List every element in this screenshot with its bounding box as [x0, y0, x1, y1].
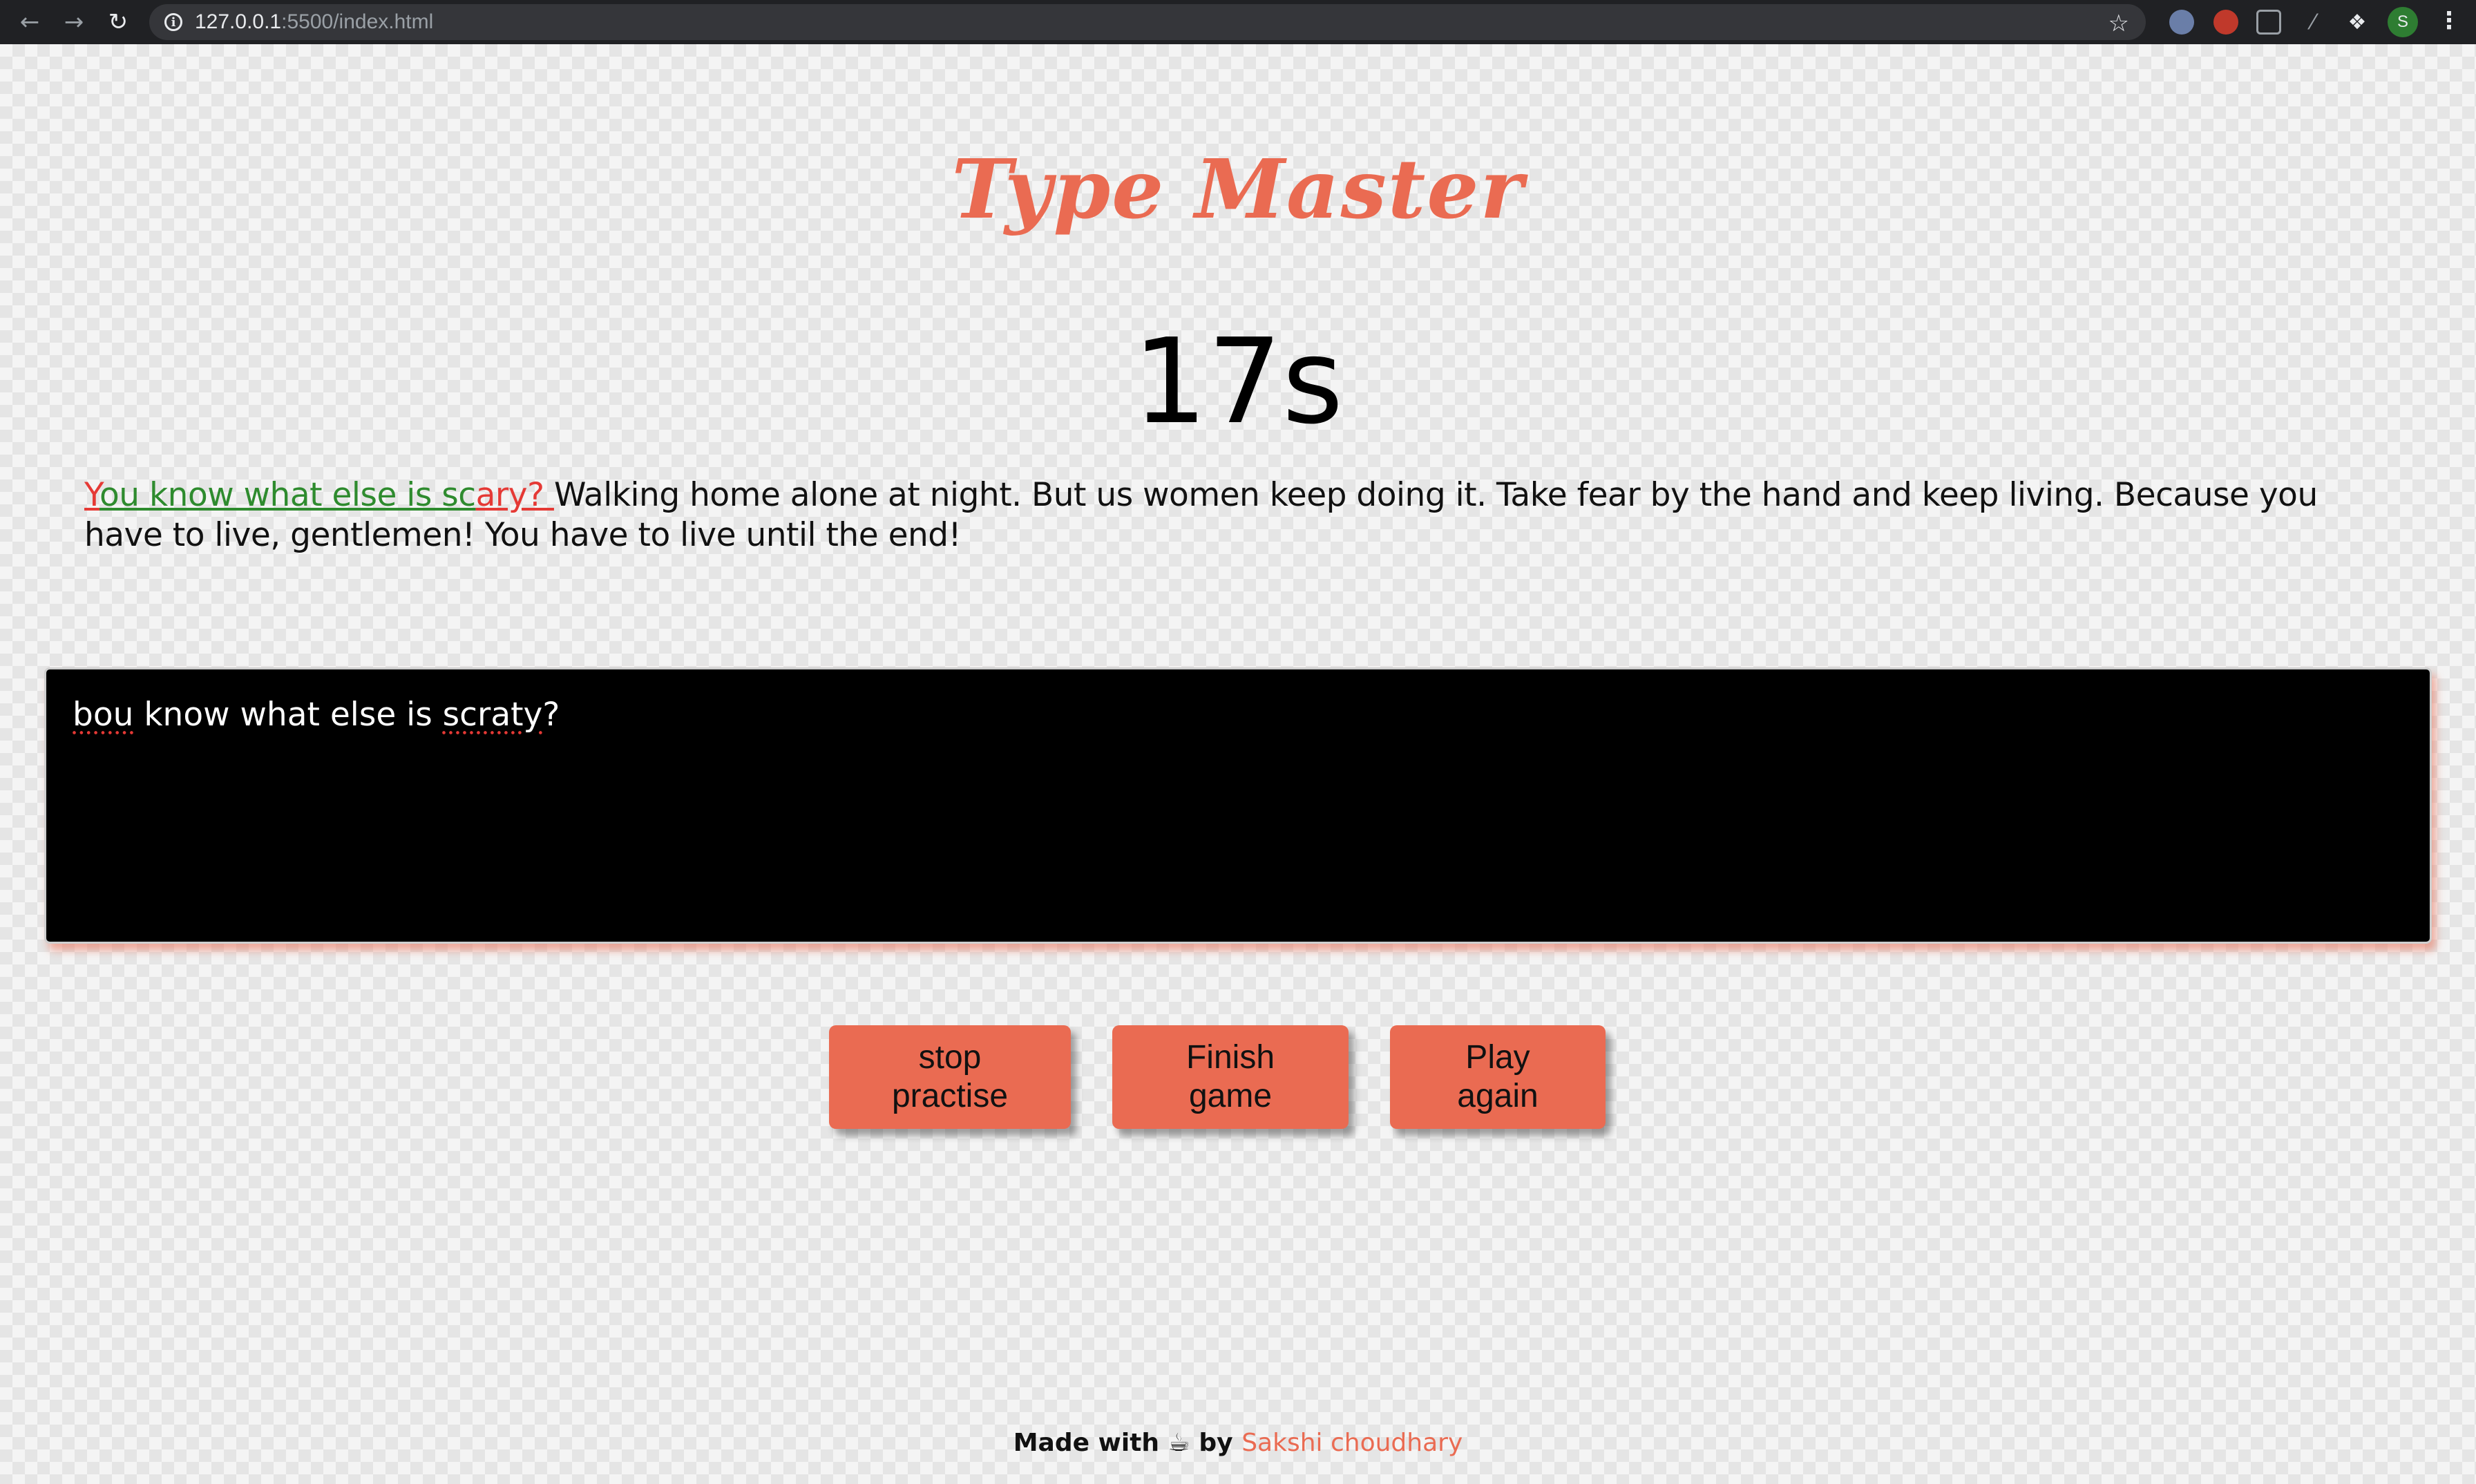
address-bar[interactable]: i 127.0.0.1:5500/index.html ☆ [149, 4, 2146, 40]
extension-icon[interactable] [2213, 10, 2238, 35]
footer-text: Made with [1013, 1429, 1160, 1457]
coffee-icon: ☕ [1168, 1429, 1190, 1457]
extension-icon[interactable] [2169, 10, 2194, 35]
button-label: stop [918, 1039, 982, 1076]
back-arrow-icon[interactable]: ← [11, 3, 48, 41]
play-again-button[interactable]: Play again [1390, 1025, 1606, 1129]
extension-icon[interactable]: ⁄ [2301, 10, 2325, 35]
site-info-icon[interactable]: i [164, 13, 182, 31]
forward-arrow-icon[interactable]: → [55, 3, 93, 41]
typing-input[interactable]: bou know what else is scraty? [44, 667, 2432, 944]
quote-segment-correct: ou know what else is sc [99, 476, 476, 514]
url-text[interactable]: 127.0.0.1:5500/index.html [195, 10, 433, 34]
timer: 17s [1132, 314, 1344, 450]
finish-game-button[interactable]: Finish game [1112, 1025, 1349, 1129]
menu-dots-icon[interactable]: ⋮ [2437, 7, 2461, 35]
button-label: game [1188, 1078, 1273, 1114]
extensions-puzzle-icon[interactable]: ❖ [2345, 10, 2370, 35]
button-label: again [1457, 1078, 1539, 1114]
quote-segment-incorrect: ary? [475, 476, 554, 514]
button-label: Finish [1185, 1039, 1275, 1076]
quote-text: You know what else is scary? Walking hom… [84, 475, 2392, 555]
quote-segment-incorrect: Y [84, 476, 99, 514]
browser-toolbar: ← → ↻ i 127.0.0.1:5500/index.html ☆ ⁄ ❖ … [0, 0, 2476, 44]
profile-avatar[interactable]: S [2388, 7, 2418, 37]
reload-icon[interactable]: ↻ [99, 3, 137, 41]
button-label: practise [891, 1078, 1009, 1114]
footer: Made with ☕ by Sakshi choudhary [0, 1429, 2476, 1457]
button-label: Play [1465, 1039, 1530, 1076]
input-word-misspelled: scraty [442, 696, 543, 734]
input-text: know what else is [133, 696, 443, 734]
author-link[interactable]: Sakshi choudhary [1241, 1429, 1463, 1457]
footer-text: by [1199, 1429, 1233, 1457]
extension-icon[interactable] [2256, 10, 2281, 35]
bookmark-star-icon[interactable]: ☆ [2108, 10, 2129, 37]
button-row: stop practise Finish game Play again [0, 1025, 2476, 1129]
page: Type Master 17s You know what else is sc… [0, 44, 2476, 1484]
input-word-misspelled: bou [73, 696, 134, 734]
page-title: Type Master [951, 141, 1525, 237]
stop-practise-button[interactable]: stop practise [829, 1025, 1071, 1129]
input-text: ? [542, 696, 560, 734]
